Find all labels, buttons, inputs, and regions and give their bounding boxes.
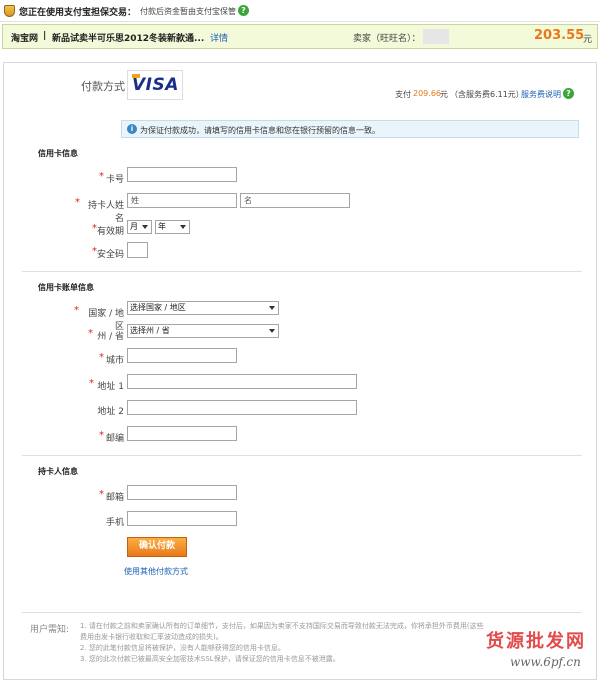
info-notice: i 为保证付款成功，请填写的信用卡信息和您在银行预留的信息一致。 — [121, 120, 579, 138]
city-label: 城市 — [105, 356, 124, 366]
chevron-down-icon — [180, 225, 186, 229]
address1-input[interactable] — [127, 374, 357, 389]
country-select[interactable]: 选择国家 / 地区 — [127, 301, 279, 315]
card-number-input[interactable] — [127, 167, 237, 182]
email-input[interactable] — [127, 485, 237, 500]
city-input[interactable] — [127, 348, 237, 363]
notes-item: 1. 请在付款之前和卖家确认所有的订单细节，支付后，如果因为卖家不支持国际交易而… — [80, 622, 484, 641]
holder-name-label: 持卡人姓名 — [87, 201, 124, 224]
billing-section-title: 信用卡账单信息 — [38, 283, 94, 292]
other-payment-methods-link[interactable]: 使用其他付款方式 — [124, 566, 188, 577]
address2-label: 地址 2 — [97, 407, 124, 417]
payment-method-label: 付款方式 — [81, 80, 125, 93]
card-section-title: 信用卡信息 — [38, 149, 78, 158]
card-number-label: 卡号 — [105, 175, 124, 185]
cvv-label: 安全码 — [97, 250, 125, 260]
first-name-input[interactable]: 姓 — [127, 193, 237, 208]
state-select[interactable]: 选择州 / 省 — [127, 324, 279, 338]
state-label: 州 / 省 — [97, 332, 124, 342]
watermark-text: 货源批发网 — [486, 631, 586, 652]
section-divider — [22, 612, 582, 613]
holder-section-title: 持卡人信息 — [38, 467, 78, 476]
visa-card-icon: VISA — [127, 70, 183, 100]
phone-label: 手机 — [105, 518, 124, 528]
fee-note: （含服务费6.11元） — [450, 90, 524, 99]
chevron-down-icon — [269, 329, 275, 333]
help-icon[interactable]: ? — [238, 5, 249, 16]
fee-explanation-link[interactable]: 服务费说明 — [521, 89, 561, 100]
state-select-value: 选择州 / 省 — [130, 326, 170, 335]
order-summary: 淘宝网 | 新品试卖半可乐思2012冬装新款通... 详情 卖家（旺旺名）： 2… — [2, 24, 598, 49]
page-subtitle: 付款后资金暂由支付宝保管 — [140, 7, 236, 16]
chevron-down-icon — [269, 306, 275, 310]
expiry-month-value: 月 — [130, 222, 138, 231]
expiry-month-select[interactable]: 月 — [127, 220, 152, 234]
order-separator: | — [43, 31, 47, 41]
phone-input[interactable] — [127, 511, 237, 526]
pay-unit: 元 — [440, 90, 448, 99]
expiry-label: 有效期 — [97, 227, 125, 237]
chevron-down-icon — [142, 225, 148, 229]
section-divider — [22, 455, 582, 456]
visa-stripe-icon — [132, 74, 140, 78]
notes-item: 2. 您的此笔付款信息将被保护，没有人能够获得您的信用卡信息。 — [80, 644, 285, 652]
notes-list: 1. 请在付款之前和卖家确认所有的订单细节，支付后，如果因为卖家不支持国际交易而… — [80, 621, 488, 665]
required-mark: * — [74, 305, 79, 316]
seller-name-redacted — [423, 29, 449, 44]
top-bar: 您正在使用支付宝担保交易： 付款后资金暂由支付宝保管 ? — [0, 0, 600, 22]
zip-input[interactable] — [127, 426, 237, 441]
expiry-year-select[interactable]: 年 — [155, 220, 190, 234]
shield-icon — [4, 5, 15, 17]
info-icon: i — [127, 124, 137, 134]
item-title: 新品试卖半可乐思2012冬装新款通... — [52, 34, 205, 44]
confirm-payment-button[interactable]: 确认付款 — [127, 537, 187, 557]
order-amount: 203.55 — [534, 28, 585, 43]
page-title: 您正在使用支付宝担保交易： — [19, 8, 137, 18]
email-label: 邮箱 — [105, 493, 124, 503]
section-divider — [22, 271, 582, 272]
visa-logo-text: VISA — [132, 75, 179, 95]
help-icon[interactable]: ? — [563, 88, 574, 99]
cvv-input[interactable] — [127, 242, 148, 258]
country-select-value: 选择国家 / 地区 — [130, 303, 186, 312]
notes-title: 用户需知: — [30, 625, 70, 635]
expiry-year-value: 年 — [158, 222, 166, 231]
payment-form-frame — [3, 62, 597, 680]
address2-input[interactable] — [127, 400, 357, 415]
pay-amount: 209.66 — [413, 89, 441, 98]
seller-label: 卖家（旺旺名）： — [353, 34, 421, 44]
details-link[interactable]: 详情 — [210, 31, 228, 44]
site-name: 淘宝网 — [11, 34, 39, 44]
zip-label: 邮编 — [105, 434, 124, 444]
notice-text: 为保证付款成功，请填写的信用卡信息和您在银行预留的信息一致。 — [140, 126, 380, 135]
order-currency: 元 — [583, 35, 593, 45]
pay-label: 支付 — [395, 90, 411, 99]
notes-item: 3. 您的此次付款已被最高安全加密技术SSL保护，请保证您的信用卡信息不被泄露。 — [80, 655, 340, 663]
address1-label: 地址 1 — [97, 382, 124, 392]
watermark-url: www.6pf.cn — [510, 655, 581, 669]
last-name-input[interactable]: 名 — [240, 193, 350, 208]
